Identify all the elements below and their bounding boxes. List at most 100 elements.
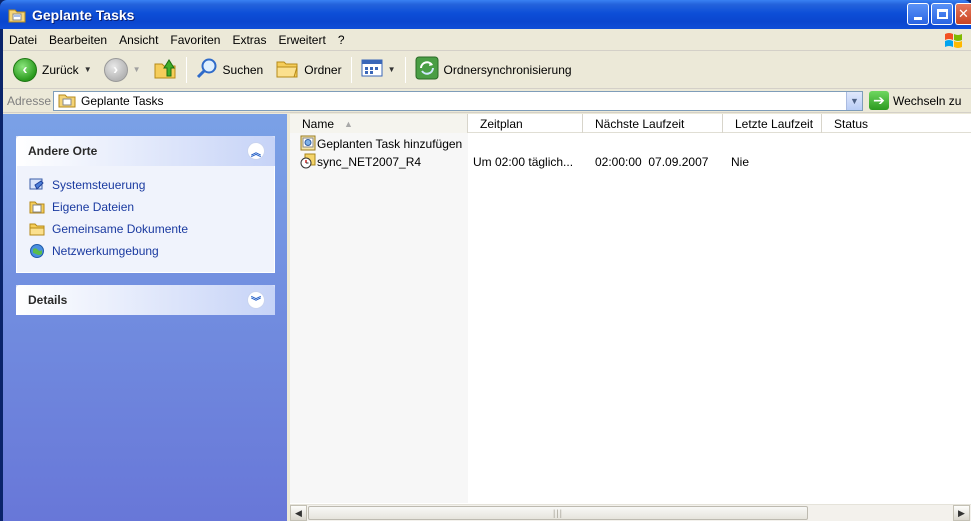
folders-label: Ordner	[304, 62, 342, 77]
menu-datei[interactable]: Datei	[3, 33, 43, 47]
forward-arrow-icon: ›	[103, 57, 128, 82]
go-label: Wechseln zu	[893, 93, 962, 108]
column-header-naechste-laufzeit[interactable]: Nächste Laufzeit	[583, 114, 723, 133]
title-bar[interactable]: Geplante Tasks ✕	[0, 0, 971, 29]
address-field[interactable]: Geplante Tasks ▼	[53, 91, 863, 111]
other-places-body: Systemsteuerung Eigene Dateien Gemeinsam…	[16, 166, 275, 273]
row-name: sync_NET2007_R4	[317, 155, 422, 169]
folder-sync-button[interactable]: Ordnersynchronisierung	[409, 55, 578, 85]
close-button[interactable]: ✕	[955, 3, 971, 25]
toolbar-separator	[185, 56, 187, 83]
other-places-panel: Andere Orte ︽ Systemsteuerung Eigene Dat…	[16, 136, 275, 273]
address-bar: Adresse Geplante Tasks ▼ ➔ Wechseln zu	[3, 89, 971, 113]
scheduled-tasks-folder-icon	[8, 7, 26, 23]
address-value: Geplante Tasks	[81, 94, 164, 108]
column-header-row: Name ▲ Zeitplan Nächste Laufzeit Letzte …	[290, 114, 971, 133]
toolbar-separator	[404, 56, 406, 83]
shared-documents-icon	[29, 221, 45, 237]
column-header-label: Status	[834, 116, 869, 131]
explorer-window: Geplante Tasks ✕ Datei Bearbeiten Ansich…	[0, 0, 971, 521]
my-documents-icon	[29, 199, 45, 215]
link-label: Systemsteuerung	[52, 178, 146, 192]
folders-icon	[275, 57, 299, 82]
back-arrow-icon: ‹	[13, 57, 37, 82]
link-systemsteuerung[interactable]: Systemsteuerung	[29, 174, 264, 196]
network-icon	[29, 243, 45, 259]
scroll-right-button[interactable]: ▶	[953, 505, 970, 521]
expand-chevron-icon[interactable]: ︾	[247, 291, 265, 309]
details-title: Details	[28, 293, 68, 307]
windows-logo-icon	[943, 31, 965, 49]
close-icon: ✕	[958, 6, 969, 21]
scheduled-tasks-folder-icon	[58, 92, 76, 111]
address-dropdown-icon[interactable]: ▼	[846, 92, 862, 110]
horizontal-scrollbar[interactable]: ◀ ||| ▶	[290, 504, 971, 521]
forward-dropdown-icon[interactable]: ▼	[133, 65, 141, 74]
add-task-icon	[300, 135, 316, 154]
column-header-label: Letzte Laufzeit	[735, 116, 814, 131]
column-header-zeitplan[interactable]: Zeitplan	[468, 114, 583, 133]
minimize-button[interactable]	[907, 3, 929, 25]
menu-bar: Datei Bearbeiten Ansicht Favoriten Extra…	[3, 29, 971, 51]
link-label: Gemeinsame Dokumente	[52, 222, 189, 236]
folder-up-icon	[153, 56, 177, 83]
column-header-name[interactable]: Name ▲	[290, 114, 468, 133]
column-header-letzte-laufzeit[interactable]: Letzte Laufzeit	[723, 114, 822, 133]
forward-button[interactable]: › ▼	[98, 55, 147, 85]
link-gemeinsame-dokumente[interactable]: Gemeinsame Dokumente	[29, 218, 264, 240]
go-button[interactable]: ➔ Wechseln zu	[869, 91, 961, 110]
maximize-button[interactable]	[931, 3, 953, 25]
menu-favoriten[interactable]: Favoriten	[164, 33, 226, 47]
window-title: Geplante Tasks	[32, 6, 135, 23]
scrollbar-thumb[interactable]: |||	[308, 506, 808, 520]
address-label: Adresse	[7, 93, 52, 108]
row-schedule: Um 02:00 täglich...	[473, 155, 574, 169]
sort-ascending-icon: ▲	[344, 118, 353, 129]
toolbar-separator	[350, 56, 352, 83]
link-label: Eigene Dateien	[52, 200, 135, 214]
link-label: Netzwerkumgebung	[52, 244, 159, 258]
folder-sync-label: Ordnersynchronisierung	[443, 62, 572, 77]
maximize-icon	[936, 9, 948, 19]
link-netzwerkumgebung[interactable]: Netzwerkumgebung	[29, 240, 264, 262]
details-header[interactable]: Details ︾	[16, 285, 275, 315]
link-eigene-dateien[interactable]: Eigene Dateien	[29, 196, 264, 218]
list-item[interactable]: sync_NET2007_R4 Um 02:00 täglich... 02:0…	[290, 153, 971, 171]
details-panel: Details ︾	[16, 285, 275, 315]
search-button[interactable]: Suchen	[190, 55, 270, 85]
column-header-label: Nächste Laufzeit	[595, 116, 685, 131]
other-places-header[interactable]: Andere Orte ︽	[16, 136, 275, 166]
content-area: Andere Orte ︽ Systemsteuerung Eigene Dat…	[3, 114, 971, 521]
menu-ansicht[interactable]: Ansicht	[113, 33, 164, 47]
row-next-run: 02:00:00 07.09.2007	[595, 155, 709, 169]
search-icon	[196, 57, 218, 82]
column-header-label: Zeitplan	[480, 116, 523, 131]
file-list: Name ▲ Zeitplan Nächste Laufzeit Letzte …	[290, 114, 971, 521]
column-header-label: Name	[302, 116, 335, 131]
list-item[interactable]: Geplanten Task hinzufügen	[290, 135, 971, 153]
back-dropdown-icon[interactable]: ▼	[84, 65, 92, 74]
search-label: Suchen	[222, 62, 264, 77]
scheduled-task-icon	[300, 153, 316, 172]
column-header-status[interactable]: Status	[822, 114, 971, 133]
menu-extras[interactable]: Extras	[226, 33, 272, 47]
folders-button[interactable]: Ordner	[269, 55, 347, 85]
row-last-run: Nie	[731, 155, 750, 169]
menu-bearbeiten[interactable]: Bearbeiten	[43, 33, 113, 47]
back-button[interactable]: ‹ Zurück ▼	[7, 55, 98, 85]
chevron-left-icon: ◀	[295, 507, 302, 518]
chevron-right-icon: ▶	[958, 507, 965, 518]
task-pane: Andere Orte ︽ Systemsteuerung Eigene Dat…	[3, 114, 287, 521]
scroll-left-button[interactable]: ◀	[290, 505, 307, 521]
views-button[interactable]: ▼	[355, 55, 402, 85]
minimize-icon	[914, 16, 922, 20]
toolbar: ‹ Zurück ▼ › ▼ Suchen Ordner ▼ Ordnersyn…	[3, 51, 971, 89]
up-button[interactable]	[147, 55, 183, 85]
grip-icon: |||	[552, 508, 563, 518]
back-label: Zurück	[42, 62, 79, 77]
menu-help[interactable]: ?	[332, 33, 351, 47]
views-dropdown-icon[interactable]: ▼	[388, 65, 396, 74]
collapse-chevron-icon[interactable]: ︽	[247, 142, 265, 160]
menu-erweitert[interactable]: Erweitert	[272, 33, 331, 47]
other-places-title: Andere Orte	[28, 144, 98, 158]
